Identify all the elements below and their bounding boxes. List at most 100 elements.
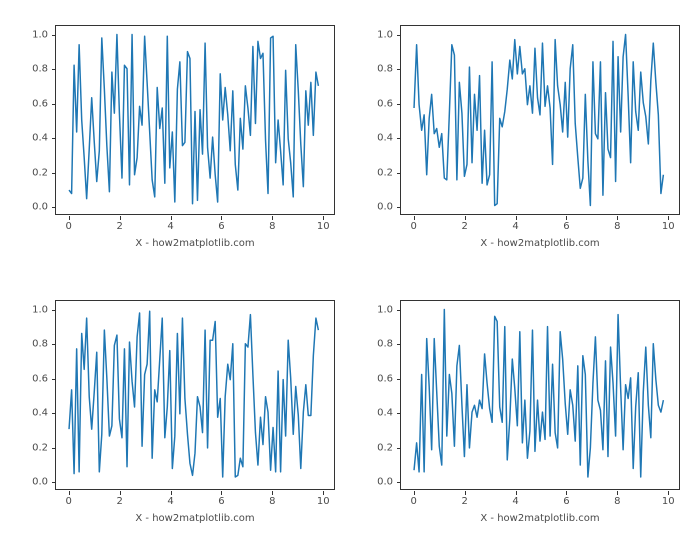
x-tickmark (120, 491, 121, 495)
x-tickmark (221, 216, 222, 220)
y-tick-label: 1.0 (32, 29, 48, 40)
x-tickmark (323, 216, 324, 220)
x-tick-label: 6 (218, 221, 224, 232)
x-tick-label: 6 (563, 496, 569, 507)
y-tick-label: 0.6 (32, 373, 48, 384)
y-tickmark (397, 344, 401, 345)
x-tickmark (617, 491, 618, 495)
y-tickmark (397, 173, 401, 174)
y-tick-label: 0.0 (377, 202, 393, 213)
y-tick-label: 1.0 (377, 29, 393, 40)
y-tickmark (397, 69, 401, 70)
x-tickmark (272, 216, 273, 220)
line-plot (401, 301, 679, 489)
figure: 0 2 4 6 8 10 0.0 0.2 0.4 0.6 0.8 1.0 X - how2matplot… (0, 0, 700, 560)
x-tick-label: 2 (461, 496, 467, 507)
x-tickmark (171, 216, 172, 220)
x-tick-label: 4 (167, 496, 173, 507)
y-tickmark (52, 482, 56, 483)
y-tickmark (397, 207, 401, 208)
y-tickmark (52, 310, 56, 311)
y-tick-label: 0.2 (32, 442, 48, 453)
x-tickmark (171, 491, 172, 495)
y-tickmark (397, 104, 401, 105)
y-tickmark (397, 482, 401, 483)
y-tick-label: 0.8 (377, 339, 393, 350)
x-axis-label: X - how2matplotlib.com (56, 238, 334, 249)
y-tick-label: 0.0 (32, 477, 48, 488)
y-tick-label: 0.8 (32, 339, 48, 350)
x-tick-label: 10 (317, 496, 330, 507)
x-tick-label: 4 (512, 496, 518, 507)
x-tickmark (69, 491, 70, 495)
x-tickmark (668, 491, 669, 495)
x-tickmark (69, 216, 70, 220)
x-axis-label: X - how2matplotlib.com (401, 513, 679, 524)
y-tick-label: 0.4 (377, 133, 393, 144)
x-tickmark (323, 491, 324, 495)
x-tickmark (516, 216, 517, 220)
y-tickmark (52, 207, 56, 208)
subplot-top-left: 02468100.00.20.40.60.81.0X - how2matplot… (55, 25, 335, 215)
y-tickmark (397, 310, 401, 311)
x-tick-label: 0 (66, 496, 72, 507)
y-tickmark (52, 173, 56, 174)
x-tickmark (120, 216, 121, 220)
x-tickmark (414, 491, 415, 495)
x-tickmark (516, 491, 517, 495)
x-tick-label: 6 (563, 221, 569, 232)
y-tick-label: 0.4 (32, 408, 48, 419)
y-tickmark (52, 344, 56, 345)
x-tickmark (465, 491, 466, 495)
y-tick-label: 0.6 (32, 98, 48, 109)
y-tickmark (397, 448, 401, 449)
y-tickmark (397, 35, 401, 36)
y-tick-label: 0.0 (32, 202, 48, 213)
x-tick-label: 6 (218, 496, 224, 507)
x-axis-label: X - how2matplotlib.com (401, 238, 679, 249)
subplot-bottom-left: 02468100.00.20.40.60.81.0X - how2matplot… (55, 300, 335, 490)
x-tickmark (272, 491, 273, 495)
x-tick-label: 2 (116, 496, 122, 507)
line-plot (56, 301, 334, 489)
y-tick-label: 1.0 (32, 304, 48, 315)
x-tick-label: 4 (167, 221, 173, 232)
y-tick-label: 0.6 (377, 373, 393, 384)
y-tickmark (52, 413, 56, 414)
y-tickmark (52, 379, 56, 380)
y-tickmark (52, 35, 56, 36)
x-tick-label: 10 (662, 496, 675, 507)
x-tickmark (465, 216, 466, 220)
y-tick-label: 0.2 (377, 167, 393, 178)
y-tickmark (52, 69, 56, 70)
y-tick-label: 0.4 (32, 133, 48, 144)
x-tick-label: 2 (116, 221, 122, 232)
x-tick-label: 10 (662, 221, 675, 232)
subplot-top-right: 02468100.00.20.40.60.81.0X - how2matplot… (400, 25, 680, 215)
x-tickmark (221, 491, 222, 495)
x-tick-label: 8 (269, 496, 275, 507)
subplot-bottom-right: 02468100.00.20.40.60.81.0X - how2matplot… (400, 300, 680, 490)
y-tick-label: 1.0 (377, 304, 393, 315)
x-tick-label: 0 (411, 221, 417, 232)
x-tickmark (668, 216, 669, 220)
x-tick-label: 8 (614, 496, 620, 507)
x-tickmark (617, 216, 618, 220)
y-tickmark (397, 413, 401, 414)
x-tick-label: 8 (614, 221, 620, 232)
y-tick-label: 0.2 (377, 442, 393, 453)
y-tick-label: 0.6 (377, 98, 393, 109)
x-tickmark (414, 216, 415, 220)
x-tick-label: 0 (411, 496, 417, 507)
y-tick-label: 0.8 (377, 64, 393, 75)
line-plot (56, 26, 334, 214)
y-tickmark (397, 379, 401, 380)
y-tickmark (52, 104, 56, 105)
y-tick-label: 0.4 (377, 408, 393, 419)
y-tick-label: 0.0 (377, 477, 393, 488)
y-tick-label: 0.8 (32, 64, 48, 75)
line-plot (401, 26, 679, 214)
x-tick-label: 2 (461, 221, 467, 232)
x-tickmark (566, 491, 567, 495)
y-tick-label: 0.2 (32, 167, 48, 178)
